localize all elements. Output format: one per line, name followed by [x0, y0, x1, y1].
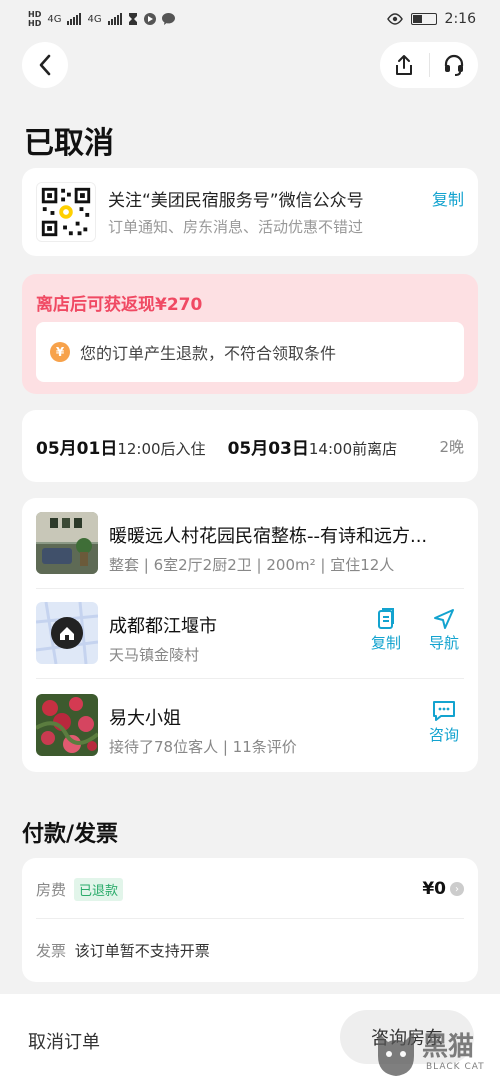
chevron-right-icon: ›	[450, 882, 464, 896]
refund-status-badge: 已退款	[74, 877, 124, 901]
qr-code-icon	[36, 182, 96, 242]
checkout-info: 05月03日 14:00前离店	[228, 434, 398, 459]
chat-notification-icon	[161, 13, 175, 25]
header-actions	[380, 42, 478, 88]
property-name: 暖暖远人村花园民宿整栋--有诗和远方...	[109, 526, 428, 547]
property-details: 整套 | 6室2厅2厨2卫 | 200m² | 宜住12人	[109, 556, 395, 574]
network-type-1: 4G	[47, 13, 62, 25]
cashback-card: 离店后可获返现¥270 ¥ 您的订单产生退款，不符合领取条件	[22, 274, 478, 394]
property-row[interactable]: 暖暖远人村花园民宿整栋--有诗和远方... 整套 | 6室2厅2厨2卫 | 20…	[36, 512, 464, 574]
checkin-date: 05月01日	[36, 438, 118, 459]
invoice-row: 发票 该订单暂不支持开票	[36, 940, 210, 961]
navigation-arrow-icon	[434, 609, 454, 629]
map-thumbnail[interactable]	[36, 602, 98, 664]
page-title: 已取消	[24, 126, 114, 161]
host-row: 易大小姐 接待了78位客人 | 11条评价 咨询	[36, 694, 464, 756]
room-fee-row[interactable]: 房费 已退款 ¥0 ›	[36, 876, 464, 902]
status-bar: HD HD 4G 4G 2:16	[0, 0, 500, 38]
location-address: 天马镇金陵村	[109, 646, 200, 664]
room-fee-amount: ¥0	[422, 879, 446, 899]
copy-address-label: 复制	[370, 634, 401, 652]
status-left: HD HD 4G 4G	[28, 10, 175, 28]
cashback-notice: ¥ 您的订单产生退款，不符合领取条件	[36, 322, 464, 382]
checkin-time: 12:00后入住	[117, 439, 206, 458]
payment-card: 房费 已退款 ¥0 › 发票 该订单暂不支持开票	[22, 858, 478, 982]
bottom-action-bar: 取消订单 咨询房东	[0, 994, 500, 1083]
network-type-2: 4G	[87, 13, 102, 25]
payment-divider	[36, 918, 464, 919]
invoice-label: 发票	[36, 942, 67, 960]
copy-account-button[interactable]: 复制	[432, 186, 464, 210]
invoice-text: 该订单暂不支持开票	[74, 942, 210, 960]
host-name: 易大小姐	[109, 708, 181, 729]
cashback-title: 离店后可获返现¥270	[36, 295, 203, 315]
battery-icon	[410, 13, 437, 25]
checkin-info: 05月01日 12:00后入住	[36, 434, 206, 459]
navigate-button[interactable]: 导航	[424, 608, 464, 653]
nights-count: 2晚	[439, 437, 464, 456]
location-row: 成都都江堰市 天马镇金陵村 复制 导航	[36, 602, 464, 664]
cancel-order-button[interactable]: 取消订单	[28, 1028, 100, 1054]
copy-address-button[interactable]: 复制	[366, 608, 406, 653]
consult-host-button[interactable]: 咨询房东	[340, 1010, 474, 1064]
yen-icon: ¥	[50, 342, 70, 362]
host-stats: 接待了78位客人 | 11条评价	[109, 738, 297, 756]
payment-section-title: 付款/发票	[22, 822, 119, 847]
signal-icon-1	[67, 13, 82, 25]
navigate-label: 导航	[428, 634, 459, 652]
follow-account-card: 关注“美团民宿服务号”微信公众号 订单通知、房东消息、活动优惠不错过 复制	[22, 168, 478, 256]
stay-dates-card: 05月01日 12:00后入住 05月03日 14:00前离店 2晚	[22, 410, 478, 482]
chat-icon	[433, 701, 455, 721]
app-notification-icon	[143, 13, 156, 25]
headset-icon	[444, 54, 463, 76]
cashback-message: 您的订单产生退款，不符合领取条件	[80, 344, 337, 363]
checkout-time: 14:00前离店	[308, 439, 398, 458]
row-divider	[36, 588, 464, 589]
signal-icon-2	[107, 13, 122, 25]
checkout-date: 05月03日	[227, 438, 309, 459]
copy-icon	[378, 608, 394, 629]
follow-account-title: 关注“美团民宿服务号”微信公众号	[108, 191, 364, 211]
follow-account-subtitle: 订单通知、房东消息、活动优惠不错过	[108, 218, 364, 236]
hourglass-icon	[128, 13, 137, 25]
row-divider	[36, 678, 464, 679]
status-right: 2:16	[386, 11, 476, 27]
room-fee-label: 房费	[36, 880, 67, 899]
share-button[interactable]	[380, 42, 429, 88]
property-info-card: 暖暖远人村花园民宿整栋--有诗和远方... 整套 | 6室2厅2厨2卫 | 20…	[22, 498, 478, 772]
location-city: 成都都江堰市	[109, 616, 217, 637]
eye-comfort-icon	[386, 13, 403, 25]
consult-label: 咨询	[428, 726, 459, 744]
host-avatar[interactable]	[36, 694, 98, 756]
customer-service-button[interactable]	[429, 42, 478, 88]
hd-indicator: HD HD	[28, 10, 42, 28]
property-photo	[36, 512, 98, 574]
chevron-left-icon	[39, 54, 51, 76]
share-icon	[396, 55, 413, 75]
back-button[interactable]	[22, 42, 68, 88]
status-time: 2:16	[444, 11, 476, 27]
consult-host-action[interactable]: 咨询	[424, 700, 464, 745]
